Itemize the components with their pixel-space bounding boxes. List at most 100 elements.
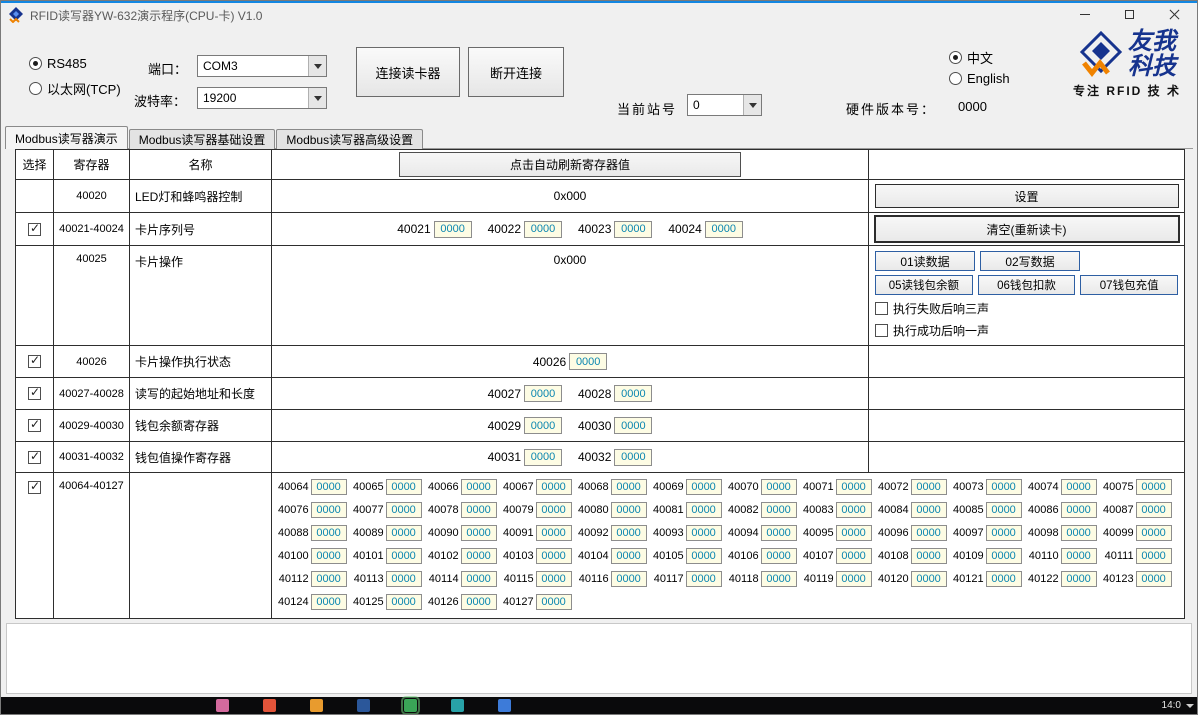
rwaddr-row-checkbox[interactable] (28, 387, 41, 400)
wallet-row-checkbox[interactable] (28, 419, 41, 432)
register-value-input[interactable] (705, 221, 743, 238)
radio-rs485[interactable]: RS485 (29, 56, 87, 71)
port-combobox[interactable]: COM3 (197, 55, 327, 77)
block-row-checkbox[interactable] (28, 481, 41, 494)
beep-on-fail-option[interactable]: 执行失败后响三声 (875, 300, 1178, 317)
register-value-input[interactable] (1061, 479, 1097, 495)
register-value-input[interactable] (986, 479, 1022, 495)
beep-on-success-checkbox[interactable] (875, 324, 888, 337)
radio-ethernet-tcp[interactable]: 以太网(TCP) (29, 79, 121, 98)
register-value-input[interactable] (461, 594, 497, 610)
auto-refresh-registers-button[interactable]: 点击自动刷新寄存器值 (399, 152, 741, 177)
tab-modbus-advanced-settings[interactable]: Modbus读写器高级设置 (276, 129, 423, 149)
taskbar-icon-4[interactable] (357, 699, 370, 712)
register-value-input[interactable] (461, 525, 497, 541)
register-value-input[interactable] (686, 479, 722, 495)
register-value-input[interactable] (761, 502, 797, 518)
register-value-input[interactable] (986, 525, 1022, 541)
port-dropdown-button[interactable] (308, 56, 326, 76)
register-value-input[interactable] (761, 525, 797, 541)
register-value-input[interactable] (536, 502, 572, 518)
taskbar-icon-6[interactable] (451, 699, 464, 712)
register-value-input[interactable] (686, 502, 722, 518)
register-value-input[interactable] (536, 548, 572, 564)
register-value-input[interactable] (536, 479, 572, 495)
register-value-input[interactable] (1061, 502, 1097, 518)
register-value-input[interactable] (986, 502, 1022, 518)
register-value-input[interactable] (386, 479, 422, 495)
read-data-button[interactable]: 01读数据 (875, 251, 975, 271)
register-value-input[interactable] (311, 548, 347, 564)
register-value-input[interactable] (524, 417, 562, 434)
register-value-input[interactable] (986, 548, 1022, 564)
beep-on-fail-checkbox[interactable] (875, 302, 888, 315)
register-value-input[interactable] (1061, 525, 1097, 541)
station-dropdown-button[interactable] (743, 95, 761, 115)
led-set-button[interactable]: 设置 (875, 184, 1179, 208)
disconnect-button[interactable]: 断开连接 (468, 47, 564, 97)
register-value-input[interactable] (614, 385, 652, 402)
register-value-input[interactable] (536, 525, 572, 541)
clear-reread-card-button[interactable]: 清空(重新读卡) (875, 216, 1179, 242)
minimize-button[interactable] (1062, 1, 1107, 27)
register-value-input[interactable] (836, 571, 872, 587)
radio-lang-english[interactable]: English (949, 71, 1010, 86)
read-wallet-balance-button[interactable]: 05读钱包余额 (875, 275, 973, 295)
register-value-input[interactable] (611, 571, 647, 587)
register-value-input[interactable] (614, 417, 652, 434)
register-value-input[interactable] (761, 571, 797, 587)
register-value-input[interactable] (611, 525, 647, 541)
register-value-input[interactable] (1136, 502, 1172, 518)
register-value-input[interactable] (614, 221, 652, 238)
baud-combobox[interactable]: 19200 (197, 87, 327, 109)
register-value-input[interactable] (386, 502, 422, 518)
register-value-input[interactable] (311, 479, 347, 495)
beep-on-success-option[interactable]: 执行成功后响一声 (875, 322, 1178, 339)
register-value-input[interactable] (986, 571, 1022, 587)
register-value-input[interactable] (614, 449, 652, 466)
tab-modbus-basic-settings[interactable]: Modbus读写器基础设置 (129, 129, 276, 149)
register-value-input[interactable] (611, 548, 647, 564)
register-value-input[interactable] (461, 479, 497, 495)
register-value-input[interactable] (386, 594, 422, 610)
register-value-input[interactable] (611, 479, 647, 495)
tray-expand-icon[interactable] (1186, 704, 1194, 708)
register-value-input[interactable] (836, 525, 872, 541)
taskbar-icon-5[interactable] (404, 699, 417, 712)
register-value-input[interactable] (536, 594, 572, 610)
taskbar-icon-3[interactable] (310, 699, 323, 712)
register-value-input[interactable] (836, 479, 872, 495)
register-value-input[interactable] (761, 479, 797, 495)
close-button[interactable] (1152, 1, 1197, 27)
register-value-input[interactable] (911, 548, 947, 564)
register-value-input[interactable] (1136, 548, 1172, 564)
register-value-input[interactable] (686, 525, 722, 541)
wallet-deduct-button[interactable]: 06钱包扣款 (978, 275, 1076, 295)
register-value-input[interactable] (461, 548, 497, 564)
register-value-input[interactable] (386, 571, 422, 587)
register-value-input[interactable] (611, 502, 647, 518)
taskbar-icon-7[interactable] (498, 699, 511, 712)
register-value-input[interactable] (1136, 525, 1172, 541)
register-value-input[interactable] (524, 449, 562, 466)
register-value-input[interactable] (1136, 571, 1172, 587)
register-value-input[interactable] (1061, 571, 1097, 587)
register-value-input[interactable] (1061, 548, 1097, 564)
register-value-input[interactable] (911, 479, 947, 495)
taskbar-icon-2[interactable] (263, 699, 276, 712)
walletop-row-checkbox[interactable] (28, 451, 41, 464)
maximize-button[interactable] (1107, 1, 1152, 27)
station-combobox[interactable]: 0 (687, 94, 762, 116)
register-value-input[interactable] (461, 502, 497, 518)
register-value-input[interactable] (911, 525, 947, 541)
register-value-input[interactable] (311, 594, 347, 610)
register-value-input[interactable] (386, 548, 422, 564)
tab-modbus-demo[interactable]: Modbus读写器演示 (5, 126, 128, 149)
register-value-input[interactable] (386, 525, 422, 541)
connect-reader-button[interactable]: 连接读卡器 (356, 47, 460, 97)
register-value-input[interactable] (311, 525, 347, 541)
register-value-input[interactable] (461, 571, 497, 587)
register-value-input[interactable] (524, 221, 562, 238)
write-data-button[interactable]: 02写数据 (980, 251, 1080, 271)
baud-dropdown-button[interactable] (308, 88, 326, 108)
